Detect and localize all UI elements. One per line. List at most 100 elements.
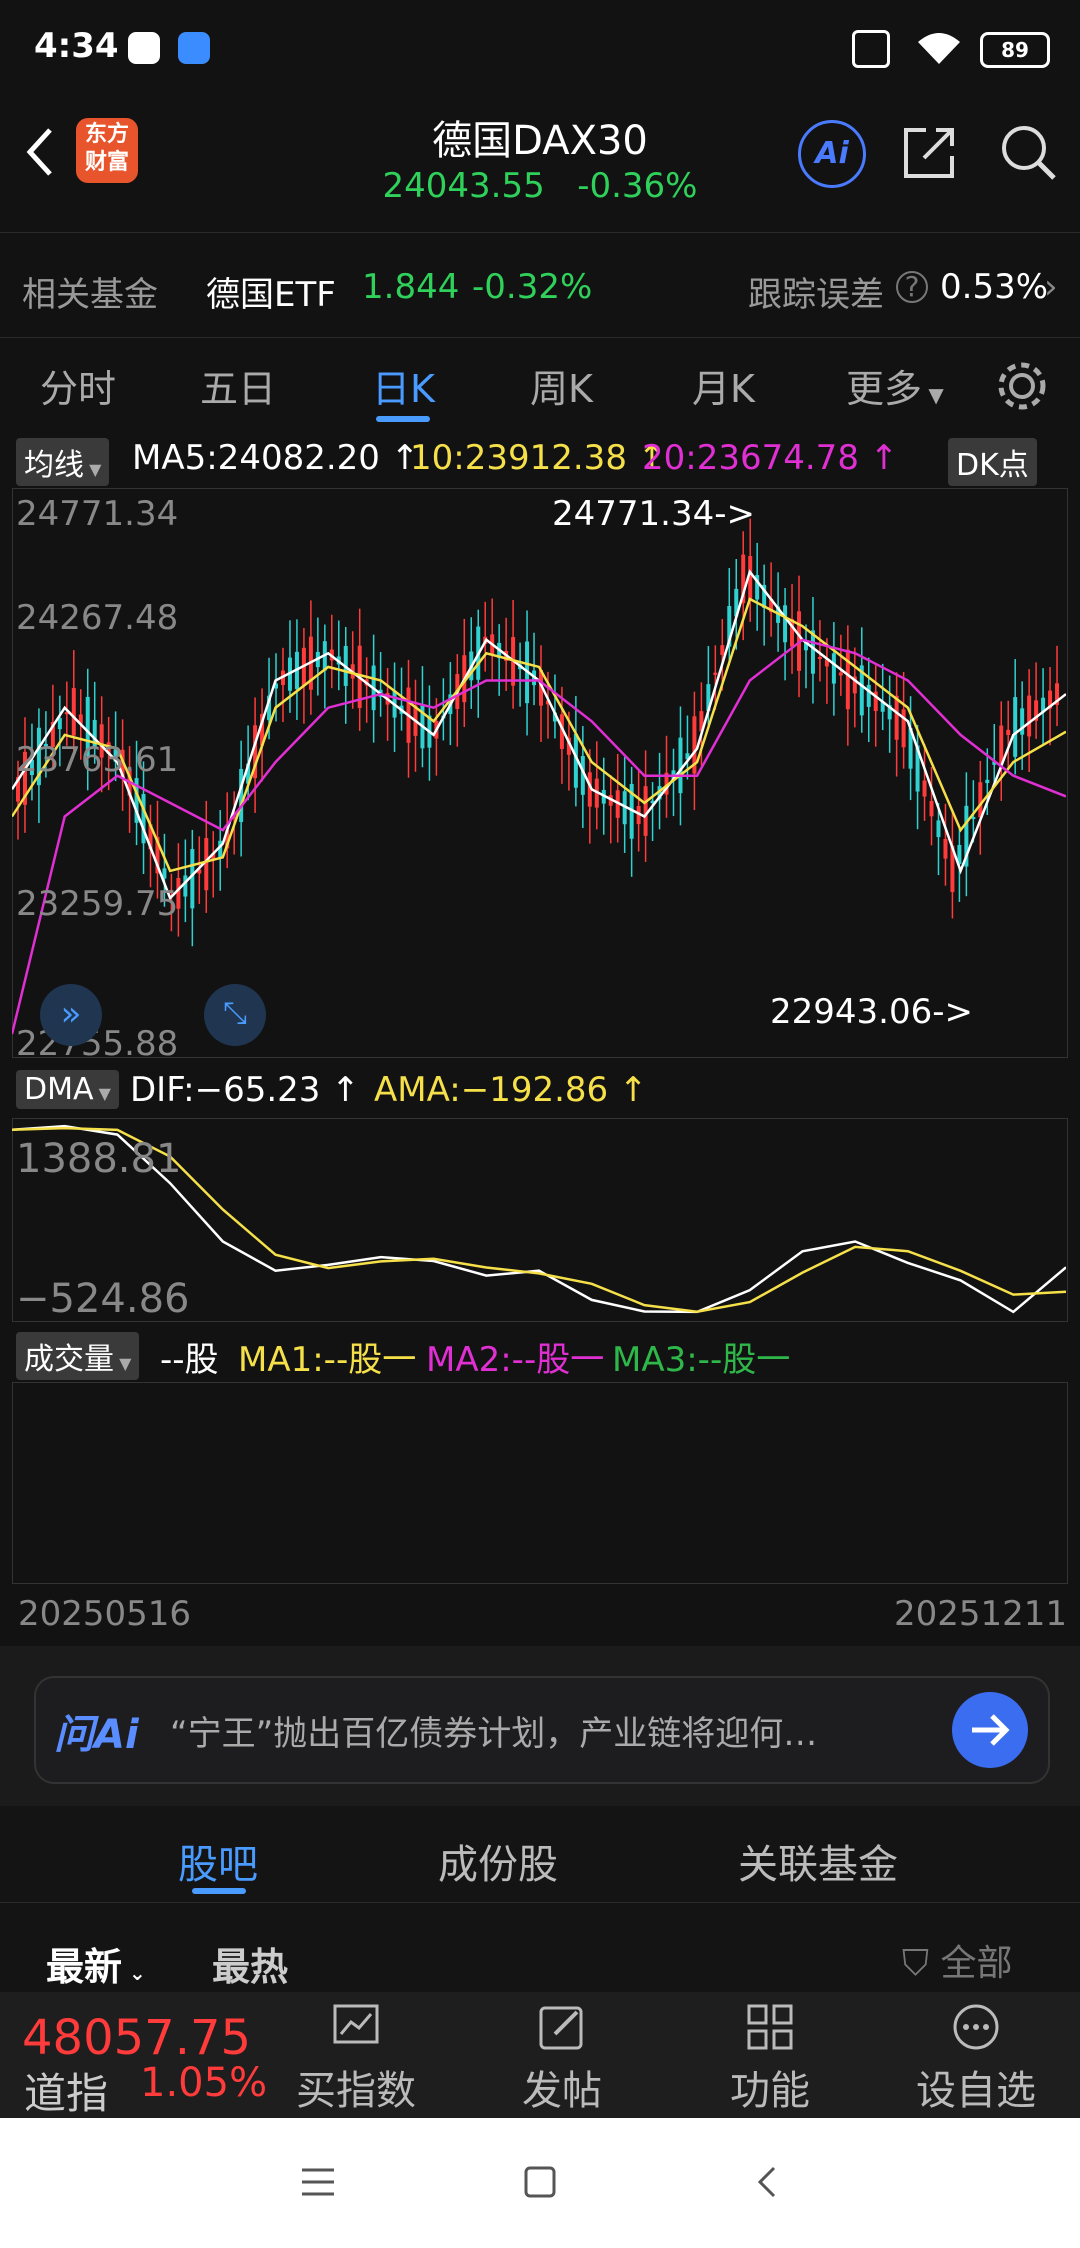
- low-marker-label: 22943.06->: [770, 992, 973, 1032]
- battery-icon: 89: [980, 32, 1050, 68]
- chevron-right-icon: ›: [1044, 267, 1058, 307]
- vol-ma1: MA1:--股一: [238, 1340, 417, 1380]
- filter-label: 全部: [940, 1943, 1013, 1984]
- high-marker-label: 24771.34->: [552, 494, 755, 534]
- chevron-down-icon: ⌄: [122, 1961, 146, 1985]
- ma20-text: 20:23674.78: [642, 438, 859, 478]
- grid-icon: [747, 2004, 793, 2050]
- volume-indicator-select[interactable]: 成交量 ▼: [16, 1332, 140, 1380]
- tab-forum[interactable]: 股吧: [178, 1832, 258, 1890]
- filter-icon: ⛉: [902, 1943, 941, 1984]
- candle-body: [204, 837, 209, 891]
- dk-point-label: DK点: [956, 448, 1029, 483]
- tab-more[interactable]: 更多 ▼: [846, 358, 944, 413]
- fullscreen-icon[interactable]: ⤡: [204, 984, 266, 1046]
- candle-body: [978, 782, 983, 818]
- ai-logo: 问Ai: [54, 1712, 139, 1758]
- volume-value: --股: [160, 1340, 219, 1380]
- post-button[interactable]: 发帖: [482, 2002, 642, 2116]
- dma-y-tick-label: 1388.81: [16, 1136, 182, 1182]
- tab-constituents[interactable]: 成份股: [438, 1832, 558, 1890]
- candle-body: [901, 709, 906, 748]
- wifi-icon: [918, 33, 960, 64]
- ai-question-bar[interactable]: 问Ai “宁王”抛出百亿债券计划，产业链将迎何…: [34, 1676, 1050, 1784]
- fund-name: 德国ETF: [206, 275, 336, 315]
- index-ticker-name: 道指: [24, 2069, 109, 2118]
- ma10-value: 10:23912.38 ↑: [410, 438, 666, 478]
- sim-icon: [852, 30, 890, 68]
- candle-body: [985, 779, 990, 784]
- active-tab-indicator: [376, 416, 430, 422]
- more-circle-icon: [953, 2004, 999, 2050]
- period-tabs: 分时 五日 日K 周K 月K 更多 ▼: [0, 338, 1080, 434]
- add-watchlist-label: 设自选: [916, 2068, 1036, 2114]
- candle-body: [894, 695, 899, 740]
- index-ticker-value[interactable]: 48057.75: [22, 2010, 251, 2066]
- candle-body: [929, 800, 934, 817]
- tab-weekly-k[interactable]: 周K: [530, 358, 593, 413]
- menu-icon[interactable]: [298, 2162, 338, 2202]
- notification-icon: [128, 32, 160, 64]
- dma-indicator-select[interactable]: DMA ▼: [16, 1070, 119, 1109]
- clipped-stats-row: [0, 196, 1080, 214]
- sort-latest[interactable]: 最新 ⌄: [46, 1936, 146, 1991]
- ai-send-button[interactable]: [952, 1692, 1028, 1768]
- tab-daily-k[interactable]: 日K: [372, 358, 435, 413]
- arrow-up-icon: ↑: [869, 438, 899, 478]
- ma-indicator-select[interactable]: 均线 ▼: [16, 438, 110, 486]
- dif-value: DIF:−65.23 ↑: [130, 1070, 360, 1110]
- dk-point-button[interactable]: DK点: [948, 438, 1037, 486]
- volume-chart-frame: [12, 1382, 1068, 1584]
- function-button[interactable]: 功能: [690, 2002, 850, 2116]
- tab-five-day[interactable]: 五日: [200, 358, 276, 413]
- search-icon[interactable]: [996, 120, 1060, 184]
- arrow-up-icon: ↑: [618, 1070, 648, 1110]
- fund-price: 1.844: [362, 267, 460, 307]
- sort-hot[interactable]: 最热: [212, 1936, 288, 1991]
- settings-icon[interactable]: [994, 358, 1050, 414]
- expand-sidebar-icon[interactable]: »: [40, 984, 102, 1046]
- caret-down-icon: ▼: [84, 460, 102, 479]
- vol-ma2: MA2:--股一: [426, 1340, 605, 1380]
- filter-button[interactable]: ⛉ 全部: [902, 1934, 1012, 1986]
- candle-body: [720, 645, 725, 655]
- candle-body: [838, 672, 843, 676]
- tab-monthly-k[interactable]: 月K: [692, 358, 755, 413]
- candle-body: [713, 672, 718, 675]
- candle-body: [183, 875, 188, 897]
- candle-body: [190, 849, 195, 909]
- status-time: 4:34: [34, 26, 119, 66]
- candle-body: [1027, 695, 1032, 737]
- ama-value: AMA:−192.86 ↑: [374, 1070, 647, 1110]
- candle-body: [643, 786, 648, 836]
- app-notification-icon: [178, 32, 210, 64]
- caret-down-icon: ▼: [114, 1354, 132, 1373]
- ai-button[interactable]: Ai: [798, 120, 866, 188]
- ma-indicator-label: 均线: [24, 448, 84, 483]
- back-nav-icon[interactable]: [748, 2162, 788, 2202]
- tab-intraday[interactable]: 分时: [40, 358, 116, 413]
- ama-text: AMA:−192.86: [374, 1070, 609, 1110]
- share-icon[interactable]: [900, 122, 960, 182]
- x-end-date: 20251211: [894, 1594, 1068, 1634]
- related-fund-row[interactable]: 相关基金 德国ETF 1.844 -0.32% 跟踪误差 ? 0.53% ›: [0, 232, 1080, 338]
- help-icon[interactable]: ?: [896, 271, 928, 303]
- candle-body: [922, 780, 927, 797]
- add-watchlist-button[interactable]: 设自选: [896, 2002, 1056, 2116]
- candle-body: [239, 768, 244, 823]
- dif-text: DIF:−65.23: [130, 1070, 321, 1110]
- header: 东方财富 德国DAX30 24043.55 -0.36% Ai: [0, 96, 1080, 212]
- candle-body: [831, 653, 836, 684]
- candle-body: [1013, 697, 1018, 757]
- buy-index-button[interactable]: 买指数: [276, 2002, 436, 2116]
- home-icon[interactable]: [520, 2162, 560, 2202]
- function-label: 功能: [730, 2068, 810, 2114]
- candle-body: [57, 718, 62, 730]
- arrow-right-icon: [972, 1714, 1010, 1746]
- dma-indicator-label: DMA: [24, 1072, 94, 1107]
- arrow-up-icon: ↑: [331, 1070, 360, 1110]
- x-start-date: 20250516: [18, 1594, 192, 1634]
- divider: [0, 1902, 1080, 1903]
- ma20-value: 20:23674.78 ↑: [642, 438, 898, 478]
- tab-related-funds[interactable]: 关联基金: [738, 1832, 898, 1890]
